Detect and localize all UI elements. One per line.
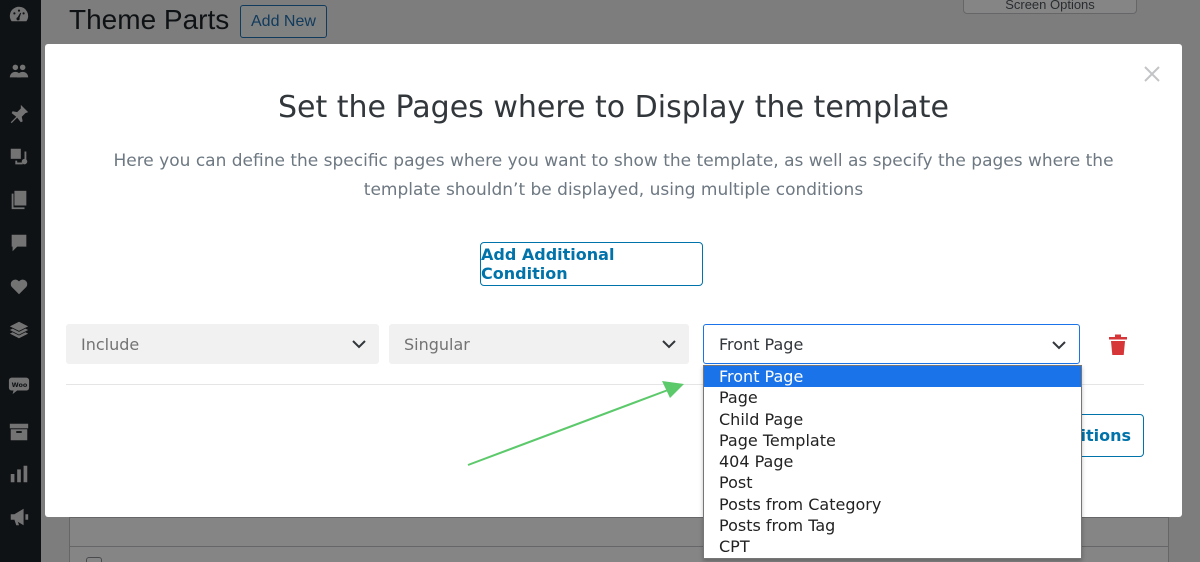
trash-icon[interactable] bbox=[1108, 334, 1128, 356]
page-select-value: Front Page bbox=[719, 334, 804, 354]
dropdown-option[interactable]: Page Template bbox=[704, 430, 1081, 451]
dropdown-option[interactable]: Page bbox=[704, 387, 1081, 408]
type-select-value: Singular bbox=[404, 334, 470, 354]
dropdown-option[interactable]: Post bbox=[704, 472, 1081, 493]
dropdown-option[interactable]: Posts from Tag bbox=[704, 515, 1081, 536]
dropdown-option[interactable]: 404 Page bbox=[704, 451, 1081, 472]
type-select[interactable]: Singular bbox=[389, 324, 689, 364]
chevron-down-icon bbox=[352, 340, 366, 349]
include-select[interactable]: Include bbox=[66, 324, 379, 364]
page-select[interactable]: Front Page bbox=[703, 324, 1080, 364]
dropdown-option[interactable]: Posts from Category bbox=[704, 494, 1081, 515]
include-select-value: Include bbox=[81, 334, 140, 354]
dropdown-option[interactable]: CPT bbox=[704, 536, 1081, 557]
close-icon[interactable] bbox=[1140, 62, 1164, 86]
dropdown-option[interactable]: Front Page bbox=[704, 366, 1081, 388]
modal-title: Set the Pages where to Display the templ… bbox=[277, 90, 949, 125]
dropdown-option[interactable]: Child Page bbox=[704, 409, 1081, 430]
modal-description: Here you can define the specific pages w… bbox=[113, 151, 1114, 200]
page-select-dropdown: Front Page Page Child Page Page Template 404… bbox=[703, 365, 1082, 559]
chevron-down-icon bbox=[1052, 341, 1066, 350]
add-additional-condition-button[interactable]: Add Additional Condition bbox=[480, 242, 703, 286]
chevron-down-icon bbox=[662, 340, 676, 349]
